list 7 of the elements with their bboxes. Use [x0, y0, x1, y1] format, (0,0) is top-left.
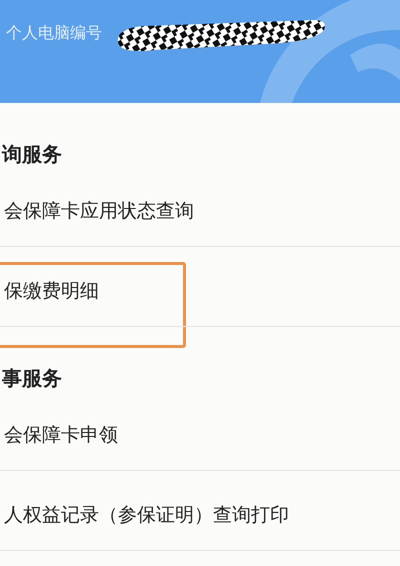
section-title: 询服务 [0, 141, 62, 167]
list-item[interactable]: 人权益记录（参保证明）查询打印 [4, 502, 289, 528]
list-item[interactable]: 会保障卡申领 [4, 422, 118, 448]
field-label: 个人电脑编号 [6, 22, 102, 44]
list-item[interactable]: 保缴费明细 [4, 278, 99, 304]
section-title: 事服务 [1, 365, 62, 391]
list-item[interactable]: 会保障卡应用状态查询 [4, 198, 194, 224]
